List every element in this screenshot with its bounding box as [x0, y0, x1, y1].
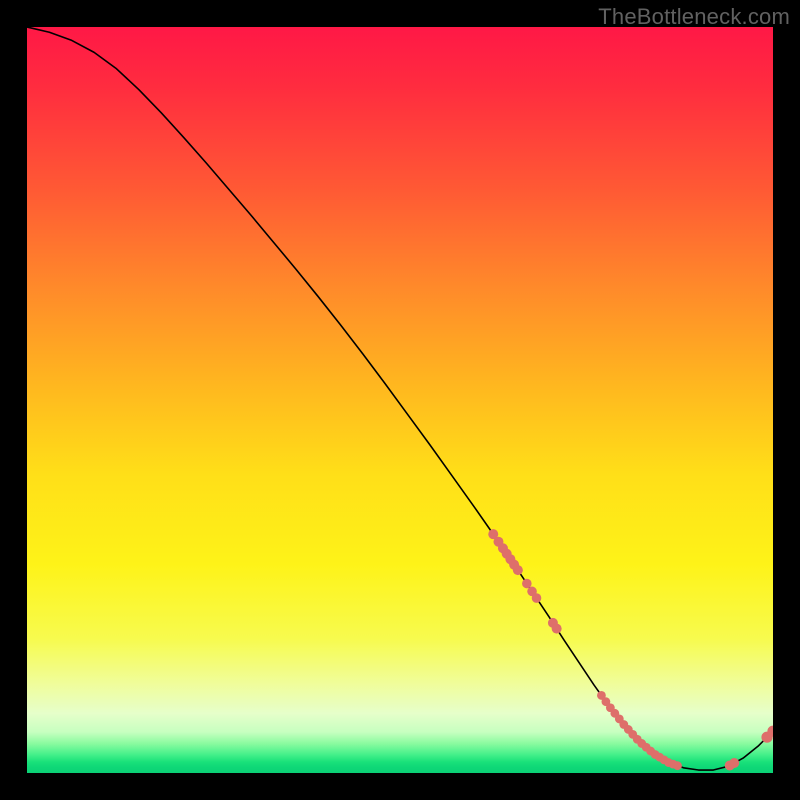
marker-group — [488, 529, 773, 770]
curve-marker — [532, 593, 542, 603]
plot-area — [27, 27, 773, 773]
chart-frame: TheBottleneck.com — [0, 0, 800, 800]
curve-marker — [522, 579, 532, 589]
curve-overlay — [27, 27, 773, 773]
watermark-text: TheBottleneck.com — [598, 4, 790, 30]
curve-marker — [552, 624, 562, 634]
curve-marker — [729, 758, 739, 768]
curve-marker — [673, 761, 682, 770]
curve-marker — [513, 565, 523, 575]
bottleneck-curve — [27, 27, 773, 770]
